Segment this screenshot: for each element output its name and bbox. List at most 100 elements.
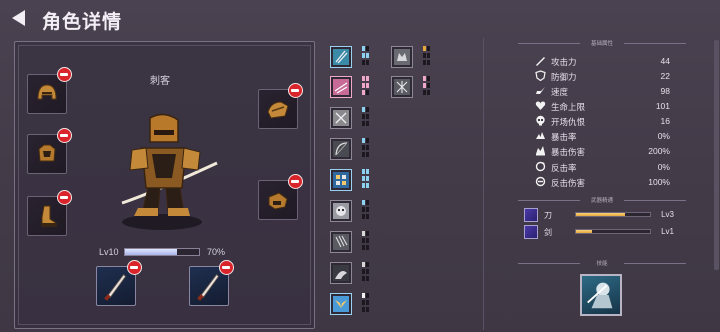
- mastery-label: 剑: [544, 228, 552, 237]
- bow-skill-icon: [333, 141, 349, 157]
- skill-11-level-pips: [423, 76, 431, 96]
- back-button[interactable]: [12, 10, 26, 26]
- stat-label: 生命上限: [551, 102, 586, 112]
- shoulder-guard-icon: [267, 101, 289, 119]
- skill-8-level-pips: [362, 262, 370, 282]
- assassin-character-sprite: [121, 113, 218, 230]
- shield-icon: [535, 70, 546, 81]
- counter-damage-icon: [535, 176, 546, 187]
- claw-skill-icon: [333, 234, 349, 250]
- unequip-helmet-button[interactable]: [57, 67, 72, 82]
- gauntlet-icon: [268, 192, 288, 210]
- xp-progress-bar: [124, 248, 200, 256]
- twin-blades-skill-icon: [333, 49, 349, 65]
- skill-slot-1[interactable]: [330, 46, 352, 68]
- stat-label: 暴击伤害: [551, 147, 586, 157]
- character-class-name: 刺客: [150, 76, 170, 87]
- unequip-shoulder-button[interactable]: [288, 83, 303, 98]
- skill-slot-7[interactable]: [330, 231, 352, 253]
- crit-icon: [536, 132, 545, 139]
- unequip-gloves-button[interactable]: [288, 174, 303, 189]
- crit-damage-icon: [536, 146, 545, 156]
- xp-progress-fill: [125, 249, 177, 255]
- stat-row-opening-threat: 开场仇恨 16: [535, 115, 670, 127]
- skill-slot-2[interactable]: [330, 76, 352, 98]
- mastery-row-sword: 剑 Lv1: [524, 225, 674, 239]
- mastery-level: Lv3: [661, 210, 674, 219]
- header-bar: 角色详情: [0, 0, 720, 36]
- talent-skill-button[interactable]: [580, 274, 622, 316]
- mask-skill-icon: [333, 203, 349, 219]
- mastery-label: 刀: [544, 211, 552, 220]
- skill-3-level-pips: [362, 107, 370, 127]
- stat-value: 98: [660, 86, 670, 96]
- skill-slot-3[interactable]: [330, 107, 352, 129]
- skill-slot-10[interactable]: [391, 46, 413, 68]
- shadow-skill-icon: [333, 265, 349, 281]
- boot-icon: [41, 205, 57, 227]
- stat-row-defense: 防御力 22: [535, 70, 670, 82]
- stat-value: 101: [655, 101, 670, 111]
- mastery-row-blade: 刀 Lv3: [524, 208, 674, 222]
- skill-4-level-pips: [362, 138, 370, 158]
- unequip-boots-button[interactable]: [57, 190, 72, 205]
- ice-skill-icon: [394, 79, 410, 95]
- stat-value: 22: [660, 71, 670, 81]
- stat-label: 攻击力: [551, 57, 577, 67]
- page-title: 角色详情: [42, 12, 123, 33]
- blade-mastery-icon: [524, 208, 538, 222]
- arrows-skill-icon: [333, 79, 349, 95]
- shadow-warrior-icon: [587, 282, 613, 309]
- mastery-level: Lv1: [661, 227, 674, 236]
- stat-value: 44: [660, 56, 670, 66]
- sword-icon: [536, 57, 545, 66]
- panel-divider: [483, 38, 484, 330]
- stats-scrollbar[interactable]: [714, 40, 719, 270]
- stat-label: 开场仇恨: [551, 117, 586, 127]
- unequip-armor-button[interactable]: [57, 128, 72, 143]
- skill-9-level-pips: [362, 293, 370, 313]
- mastery-progress-fill: [576, 213, 625, 216]
- stat-row-max-hp: 生命上限 101: [535, 100, 670, 112]
- stat-label: 反击率: [551, 163, 577, 173]
- skill-slot-6[interactable]: [330, 200, 352, 222]
- stat-row-speed: 速度 98: [535, 85, 670, 97]
- skill-slot-9[interactable]: [330, 293, 352, 315]
- sword-mastery-icon: [524, 225, 538, 239]
- stat-label: 速度: [551, 87, 569, 97]
- header-line-right: [624, 43, 686, 44]
- xp-percent: 70%: [207, 247, 226, 257]
- stat-value: 200%: [648, 146, 670, 156]
- mastery-progress-fill: [576, 230, 593, 233]
- skill-10-level-pips: [423, 46, 431, 66]
- chest-armor-icon: [38, 144, 56, 162]
- skill-slot-5[interactable]: [330, 169, 352, 191]
- skull-icon: [536, 115, 545, 126]
- skill-7-level-pips: [362, 231, 370, 251]
- stat-row-crit-rate: 暴击率 0%: [535, 130, 670, 142]
- stat-row-crit-damage: 暴击伤害 200%: [535, 145, 670, 157]
- unequip-weapon-1-button[interactable]: [127, 260, 142, 275]
- header-line-right: [624, 200, 686, 201]
- skill-slot-11[interactable]: [391, 76, 413, 98]
- wings-skill-icon: [333, 296, 349, 312]
- stat-value: 0%: [657, 131, 670, 141]
- wolf-skill-icon: [394, 49, 410, 65]
- stat-row-counter-damage: 反击伤害 100%: [535, 176, 670, 188]
- stat-label: 防御力: [551, 72, 577, 82]
- skill-slot-8[interactable]: [330, 262, 352, 284]
- stat-value: 100%: [648, 177, 670, 187]
- skill-6-level-pips: [362, 200, 370, 220]
- unequip-weapon-2-button[interactable]: [219, 260, 234, 275]
- talent-header: 技能: [518, 259, 686, 269]
- skill-2-level-pips: [362, 76, 370, 96]
- skill-slot-4[interactable]: [330, 138, 352, 160]
- helmet-icon: [37, 84, 57, 100]
- mastery-progress-bar: [575, 229, 651, 234]
- stat-row-attack: 攻击力 44: [535, 55, 670, 67]
- sword-cross-skill-icon: [333, 110, 349, 126]
- mastery-progress-bar: [575, 212, 651, 217]
- counter-icon: [535, 161, 546, 172]
- header-line-right: [624, 263, 686, 264]
- back-arrow-icon: [12, 10, 25, 26]
